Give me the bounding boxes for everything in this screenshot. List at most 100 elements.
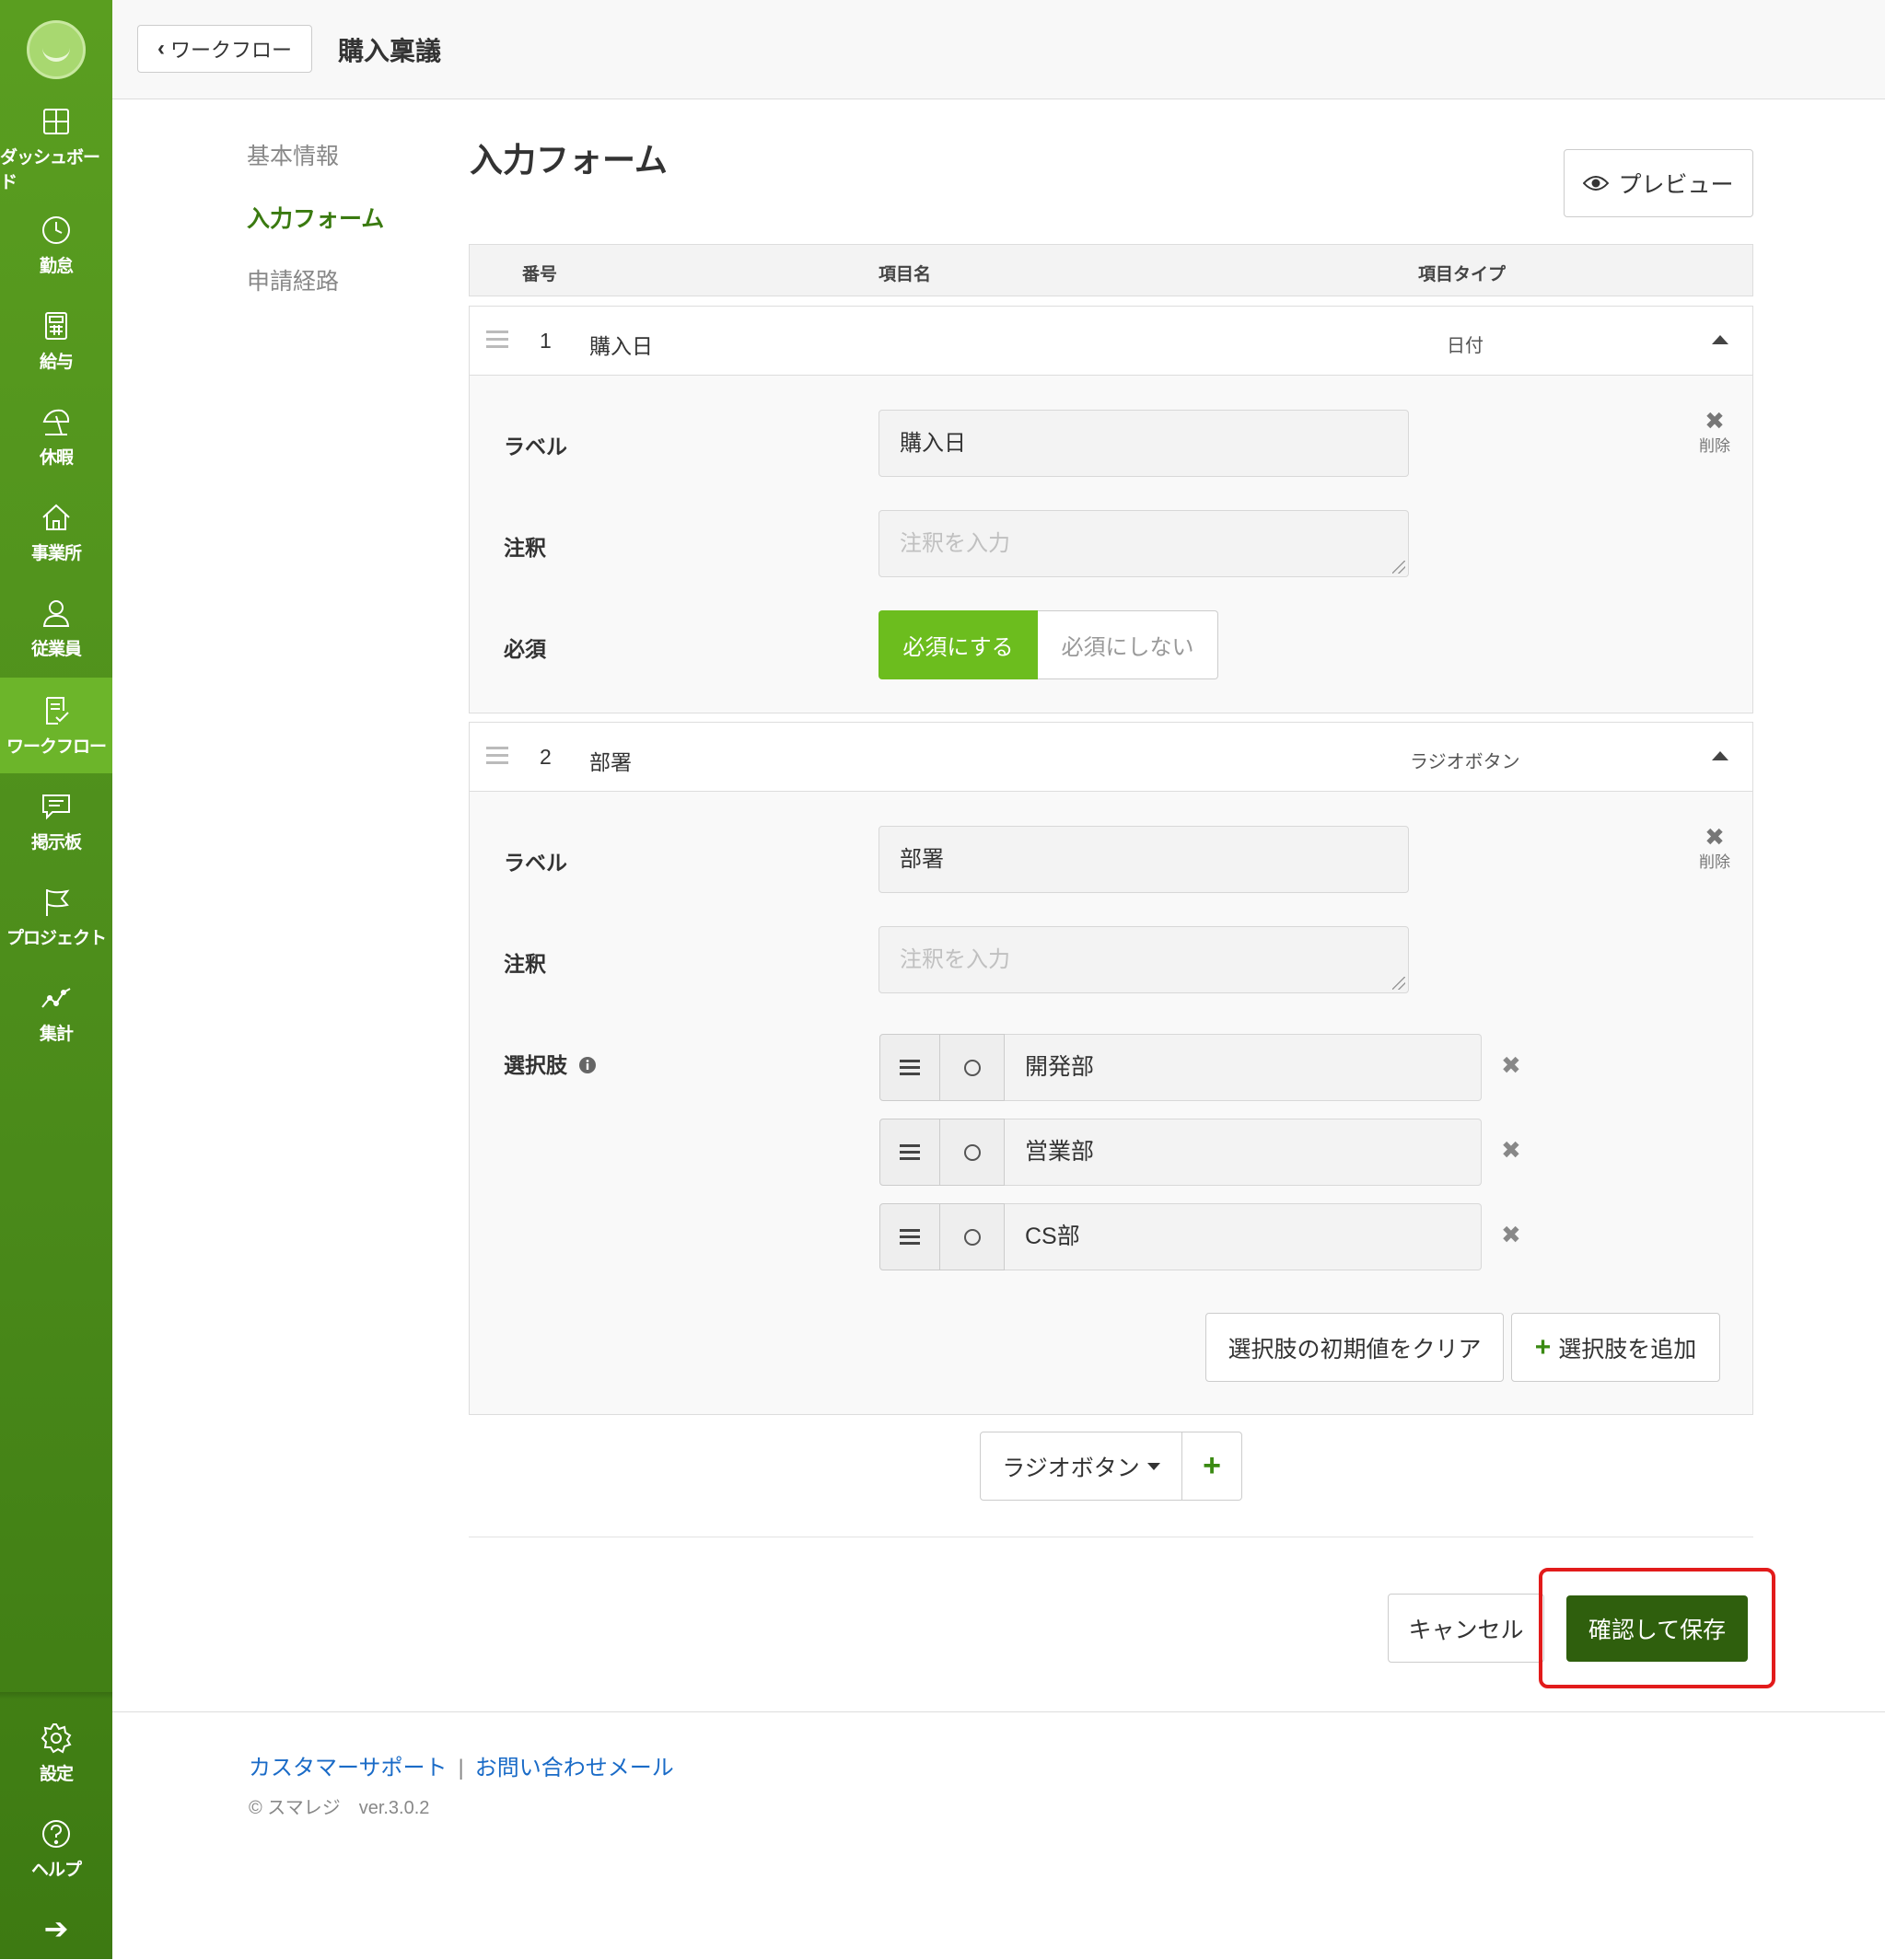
- label-input[interactable]: 部署: [879, 826, 1409, 893]
- cancel-button[interactable]: キャンセル: [1388, 1594, 1544, 1663]
- clear-default-button[interactable]: 選択肢の初期値をクリア: [1205, 1313, 1504, 1382]
- delete-label: 削除: [1699, 853, 1730, 871]
- highlight-box: [1539, 1568, 1775, 1688]
- sidebar-item-payroll[interactable]: 給与: [0, 293, 112, 389]
- sidebar-item-label: ワークフロー: [6, 736, 107, 757]
- delete-item-button[interactable]: ✖ 削除: [1687, 409, 1742, 456]
- remove-option-icon[interactable]: ✖: [1501, 1221, 1521, 1249]
- option-row: 開発部: [879, 1034, 1482, 1101]
- remove-option-icon[interactable]: ✖: [1501, 1136, 1521, 1165]
- required-caption: 必須: [504, 637, 546, 661]
- form-item-header[interactable]: 2 部署 ラジオボタン: [469, 722, 1753, 792]
- sidebar-item-settings[interactable]: 設定: [0, 1705, 112, 1801]
- note-textarea[interactable]: 注釈を入力: [879, 510, 1409, 577]
- options-caption: 選択肢: [504, 1048, 597, 1079]
- item-type-select[interactable]: ラジオボタン: [981, 1432, 1182, 1500]
- sidebar-item-label: ヘルプ: [30, 1860, 82, 1880]
- workflow-document-icon: [46, 696, 69, 725]
- sidebar-item-label: ダッシュボード: [0, 148, 100, 192]
- back-button-label: ワークフロー: [169, 39, 292, 62]
- caret-down-icon: [1146, 1462, 1160, 1470]
- arrow-right-icon[interactable]: ➔: [41, 1913, 72, 1944]
- item-type: 日付: [1447, 336, 1484, 356]
- form-table-header: 番号 項目名 項目タイプ: [469, 244, 1753, 296]
- eye-icon: [1583, 176, 1610, 191]
- delete-item-button[interactable]: ✖ 削除: [1687, 825, 1742, 872]
- beach-umbrella-icon: [42, 409, 70, 435]
- message-board-icon: [42, 794, 70, 819]
- item-type-select-value: ラジオボタン: [1002, 1455, 1140, 1481]
- sidebar-item-label: 事業所: [30, 543, 82, 563]
- preview-button[interactable]: プレビュー: [1564, 149, 1753, 217]
- label-input[interactable]: 購入日: [879, 410, 1409, 477]
- label-caption: ラベル: [504, 435, 567, 458]
- sidebar: ダッシュボード 勤怠 給与 休暇 事業所 従業員 ワークフロー 掲示板 プロジェ…: [0, 0, 112, 1959]
- sidebar-item-workflow[interactable]: ワークフロー: [0, 678, 112, 773]
- form-item-body: ラベル 部署 ✖ 削除 注釈 注釈を入力 選択肢 開発部 ✖ 営業部 ✖ CS部…: [469, 792, 1753, 1415]
- plus-icon: +: [1534, 1331, 1552, 1363]
- subnav-approval-route[interactable]: 申請経路: [247, 263, 339, 296]
- item-type: ラジオボタン: [1410, 752, 1520, 772]
- option-default-radio[interactable]: [940, 1203, 1005, 1270]
- copyright: © スマレジ ver.3.0.2: [249, 1798, 430, 1818]
- sidebar-item-office[interactable]: 事業所: [0, 484, 112, 580]
- option-drag-handle-icon[interactable]: [879, 1034, 940, 1101]
- option-row: 営業部: [879, 1119, 1482, 1186]
- options-caption-text: 選択肢: [504, 1053, 567, 1077]
- label-caption: ラベル: [504, 851, 567, 875]
- footer-links: カスタマーサポート | お問い合わせメール: [249, 1749, 674, 1781]
- sidebar-divider: [0, 1692, 112, 1699]
- customer-support-link[interactable]: カスタマーサポート: [249, 1756, 448, 1780]
- line-chart-icon: [41, 987, 71, 1008]
- subnav-basic-info[interactable]: 基本情報: [247, 138, 339, 171]
- subnav-input-form[interactable]: 入力フォーム: [247, 201, 384, 234]
- option-input[interactable]: CS部: [1005, 1203, 1482, 1270]
- collapse-caret-icon[interactable]: [1712, 751, 1728, 760]
- option-default-radio[interactable]: [940, 1034, 1005, 1101]
- column-header-type: 項目タイプ: [1418, 265, 1507, 284]
- footer: カスタマーサポート | お問い合わせメール © スマレジ ver.3.0.2: [112, 1711, 1885, 1960]
- option-drag-handle-icon[interactable]: [879, 1203, 940, 1270]
- back-to-workflow-button[interactable]: ‹ ワークフロー: [137, 25, 312, 73]
- person-icon: [42, 599, 70, 627]
- sidebar-item-attendance[interactable]: 勤怠: [0, 197, 112, 293]
- sidebar-item-help[interactable]: ヘルプ: [0, 1801, 112, 1896]
- option-drag-handle-icon[interactable]: [879, 1119, 940, 1186]
- delete-label: 削除: [1699, 437, 1730, 455]
- resize-handle-icon[interactable]: [1392, 977, 1405, 990]
- option-input[interactable]: 営業部: [1005, 1119, 1482, 1186]
- add-item-button[interactable]: +: [1182, 1432, 1241, 1500]
- option-default-radio[interactable]: [940, 1119, 1005, 1186]
- drag-handle-icon[interactable]: [486, 331, 508, 353]
- sidebar-item-board[interactable]: 掲示板: [0, 773, 112, 869]
- home-icon: [42, 504, 70, 530]
- drag-handle-icon[interactable]: [486, 747, 508, 769]
- sidebar-item-analytics[interactable]: 集計: [0, 965, 112, 1061]
- info-icon[interactable]: [578, 1056, 597, 1074]
- collapse-caret-icon[interactable]: [1712, 335, 1728, 344]
- form-item-header[interactable]: 1 購入日 日付: [469, 306, 1753, 376]
- note-textarea[interactable]: 注釈を入力: [879, 926, 1409, 993]
- header-bar: ‹ ワークフロー 購入稟議: [112, 0, 1885, 99]
- item-number: 2: [540, 745, 552, 769]
- add-option-button[interactable]: + 選択肢を追加: [1511, 1313, 1720, 1382]
- option-input[interactable]: 開発部: [1005, 1034, 1482, 1101]
- sidebar-item-dashboard[interactable]: ダッシュボード: [0, 101, 112, 197]
- sidebar-item-project[interactable]: プロジェクト: [0, 869, 112, 965]
- sidebar-item-label: プロジェクト: [6, 928, 107, 948]
- resize-handle-icon[interactable]: [1392, 561, 1405, 574]
- required-on-button[interactable]: 必須にする: [879, 610, 1038, 679]
- sidebar-item-vacation[interactable]: 休暇: [0, 389, 112, 484]
- clock-icon: [42, 215, 70, 244]
- sidebar-item-label: 設定: [39, 1764, 74, 1784]
- required-off-button[interactable]: 必須にしない: [1038, 610, 1218, 679]
- add-option-label: 選択肢を追加: [1558, 1336, 1697, 1363]
- preview-button-label: プレビュー: [1618, 172, 1734, 198]
- required-toggle: 必須にする 必須にしない: [879, 610, 1218, 679]
- remove-option-icon[interactable]: ✖: [1501, 1051, 1521, 1080]
- sidebar-item-employees[interactable]: 従業員: [0, 580, 112, 676]
- sidebar-item-label: 集計: [39, 1024, 74, 1044]
- contact-mail-link[interactable]: お問い合わせメール: [475, 1756, 674, 1780]
- note-caption: 注釈: [504, 952, 546, 976]
- app-logo[interactable]: [27, 20, 86, 79]
